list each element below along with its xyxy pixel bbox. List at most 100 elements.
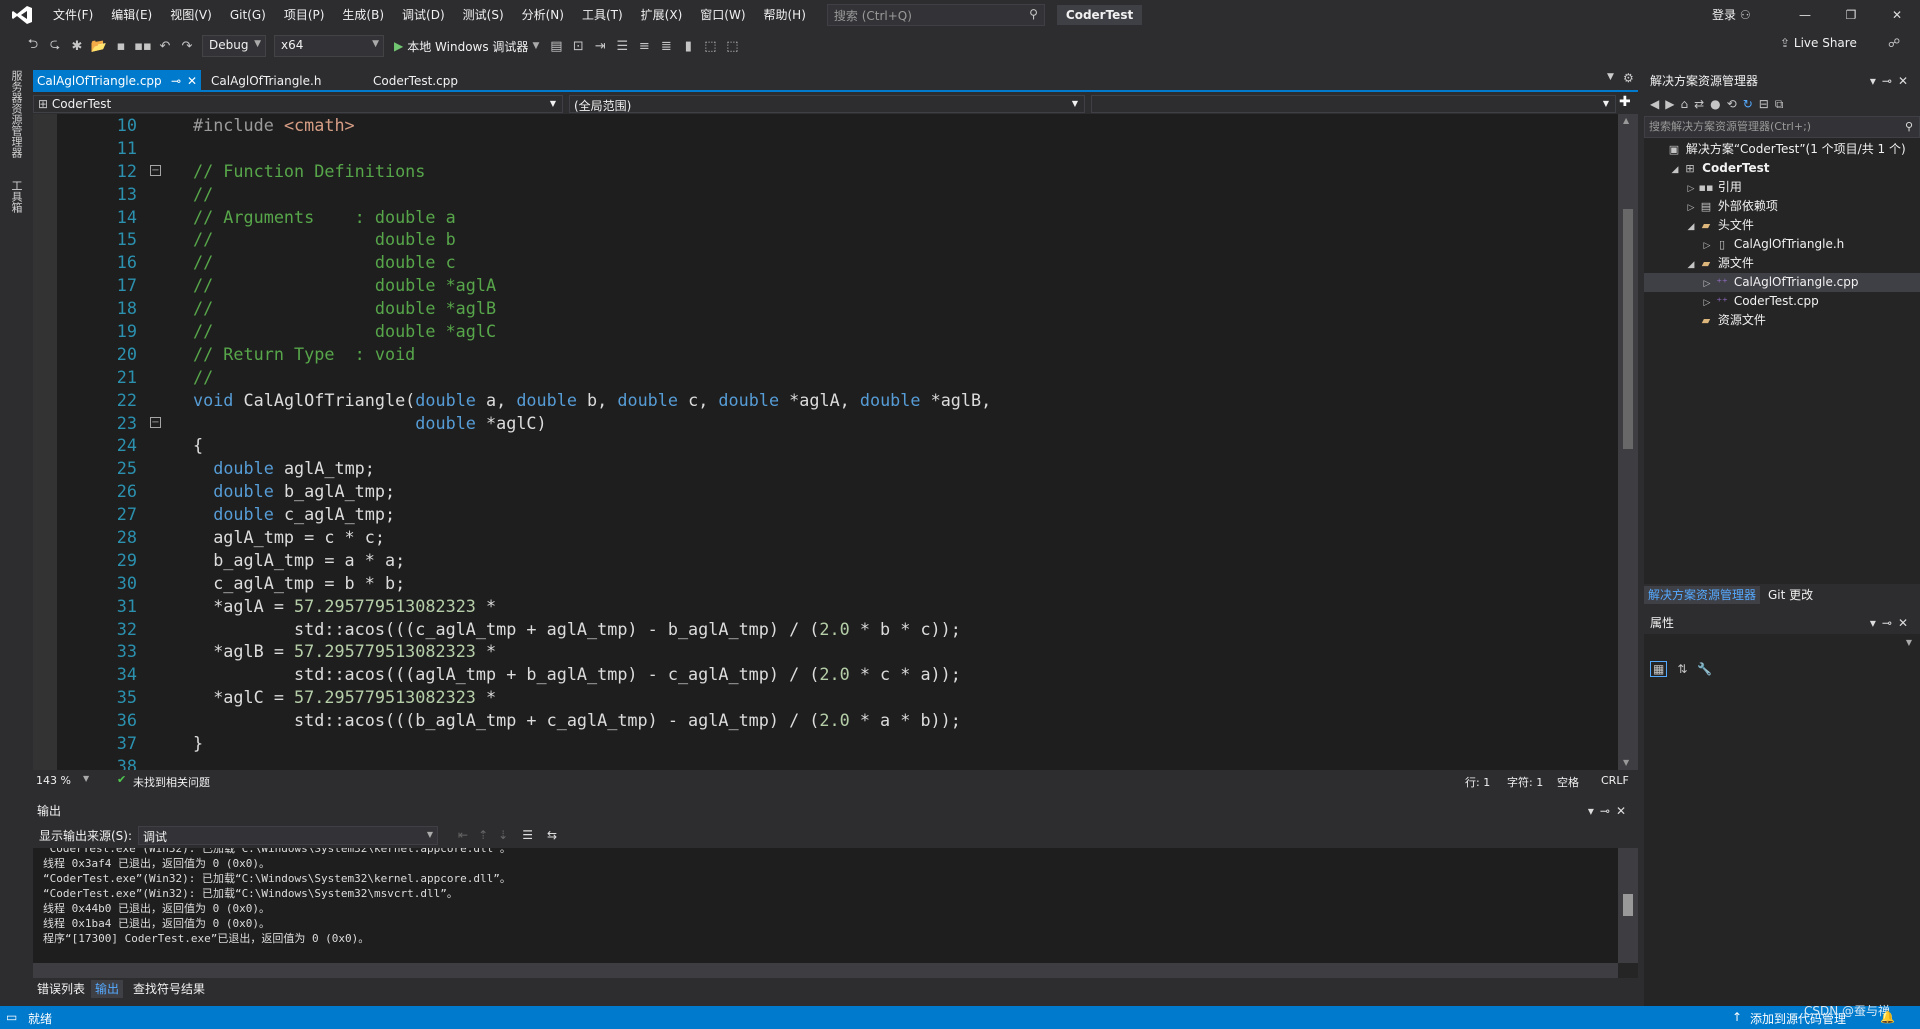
menu-item-4[interactable]: 项目(P): [275, 0, 334, 30]
code-line[interactable]: 16 // double c: [57, 251, 1597, 274]
tab-codertest-cpp[interactable]: CoderTest.cpp: [369, 70, 462, 92]
code-line[interactable]: 13 //: [57, 183, 1597, 206]
code-line[interactable]: 30 c_aglA_tmp = b * b;: [57, 572, 1597, 595]
forward-icon[interactable]: ⮎: [44, 35, 66, 57]
menu-item-9[interactable]: 工具(T): [573, 0, 632, 30]
line-indicator[interactable]: 行: 1: [1465, 774, 1490, 790]
code-line[interactable]: 32 std::acos(((c_aglA_tmp + aglA_tmp) - …: [57, 618, 1597, 641]
save-icon[interactable]: ▪: [110, 39, 132, 54]
code-line[interactable]: 37}: [57, 732, 1597, 755]
collapse-region-icon[interactable]: −: [150, 416, 161, 428]
tree-item[interactable]: ▷ ▯ CalAglOfTriangle.h: [1644, 235, 1920, 254]
collapse-region-icon[interactable]: −: [150, 164, 161, 176]
code-line[interactable]: 38: [57, 755, 1597, 770]
project-dropdown[interactable]: ⊞ CoderTest ▼: [33, 95, 563, 113]
tab-error-list[interactable]: 错误列表: [33, 980, 89, 998]
tree-item[interactable]: ▣ 解决方案“CoderTest”(1 个项目/共 1 个): [1644, 140, 1920, 159]
output-vertical-scrollbar[interactable]: [1618, 848, 1638, 963]
notification-bell-icon[interactable]: 🔔: [1880, 1010, 1895, 1024]
clear-all-icon[interactable]: ☰: [522, 828, 533, 842]
scroll-down-icon[interactable]: ▼: [1623, 758, 1629, 767]
save-all-icon[interactable]: ▪▪: [132, 39, 154, 54]
scope-dropdown[interactable]: (全局范围) ▼: [569, 95, 1085, 113]
toolbox-tab[interactable]: 工具箱: [8, 180, 24, 213]
code-line[interactable]: 20 // Return Type : void: [57, 343, 1597, 366]
search-input[interactable]: 搜索 (Ctrl+Q) ⚲: [826, 4, 1045, 26]
solution-search-input[interactable]: 搜索解决方案资源管理器(Ctrl+;) ⚲: [1644, 116, 1920, 138]
undo-icon[interactable]: ↶: [154, 39, 176, 54]
menu-item-8[interactable]: 分析(N): [513, 0, 573, 30]
output-horizontal-scrollbar[interactable]: [33, 963, 1618, 978]
issues-status[interactable]: 未找到相关问题: [133, 774, 210, 790]
browse-icon[interactable]: ▤: [545, 39, 567, 54]
show-all-files-icon[interactable]: ⧉: [1775, 97, 1784, 112]
code-line[interactable]: 10 #include <cmath>: [57, 114, 1597, 137]
code-line[interactable]: 27 double c_aglA_tmp;: [57, 503, 1597, 526]
platform-select[interactable]: x64 ▼: [274, 35, 384, 57]
code-line[interactable]: 31 *aglA = 57.295779513082323 *: [57, 595, 1597, 618]
code-line[interactable]: 25 double aglA_tmp;: [57, 457, 1597, 480]
forward-icon[interactable]: ▶: [1665, 97, 1674, 111]
menu-item-10[interactable]: 扩展(X): [632, 0, 692, 30]
menu-item-12[interactable]: 帮助(H): [755, 0, 815, 30]
git-icon[interactable]: ●: [1710, 97, 1720, 111]
switch-views-icon[interactable]: ⇄: [1694, 97, 1704, 111]
bookmark-icon[interactable]: ▮: [677, 39, 699, 54]
server-explorer-tab[interactable]: 服务器资源管理器: [8, 70, 24, 158]
history-icon[interactable]: ⟲: [1727, 97, 1737, 111]
code-line[interactable]: 18 // double *aglB: [57, 297, 1597, 320]
back-icon[interactable]: ◀: [1650, 97, 1659, 111]
menu-item-2[interactable]: 视图(V): [161, 0, 221, 30]
configuration-select[interactable]: Debug ▼: [202, 35, 266, 57]
back-icon[interactable]: ⮌: [22, 35, 44, 57]
scroll-up-icon[interactable]: ▲: [1623, 116, 1629, 125]
tab-solution-explorer[interactable]: 解决方案资源管理器: [1644, 586, 1761, 604]
maximize-button[interactable]: ❐: [1828, 0, 1874, 30]
refresh-icon[interactable]: ↻: [1743, 97, 1753, 111]
tab-output[interactable]: 输出: [91, 980, 124, 998]
code-line[interactable]: 28 aglA_tmp = c * c;: [57, 526, 1597, 549]
menu-item-6[interactable]: 调试(D): [393, 0, 454, 30]
camera-icon[interactable]: ⊡: [567, 39, 589, 54]
tab-calagloftriangle-h[interactable]: CalAglOfTriangle.h: [207, 70, 325, 92]
code-line[interactable]: 14 // Arguments : double a: [57, 206, 1597, 229]
code-line[interactable]: 21 //: [57, 366, 1597, 389]
code-line[interactable]: 29 b_aglA_tmp = a * a;: [57, 549, 1597, 572]
scrollbar-thumb[interactable]: [1623, 209, 1633, 449]
tab-list-dropdown-icon[interactable]: ▼: [1607, 72, 1614, 82]
home-icon[interactable]: ⌂: [1680, 97, 1688, 111]
code-line[interactable]: 34 std::acos(((aglA_tmp + b_aglA_tmp) - …: [57, 663, 1597, 686]
live-share-button[interactable]: ⇪ Live Share: [1780, 36, 1857, 50]
close-icon[interactable]: ✕: [187, 70, 197, 92]
collapse-all-icon[interactable]: ⊟: [1759, 97, 1769, 111]
code-line[interactable]: 35 *aglC = 57.295779513082323 *: [57, 686, 1597, 709]
tab-git-changes[interactable]: Git 更改: [1768, 586, 1813, 604]
indent-indicator[interactable]: 空格: [1557, 774, 1579, 790]
panel-controls[interactable]: ▾⊸✕: [1870, 70, 1914, 92]
properties-object-select[interactable]: ▼: [1644, 634, 1920, 656]
output-source-select[interactable]: 调试 ▼: [138, 825, 439, 845]
prev-message-icon[interactable]: ⇡: [478, 828, 488, 842]
chevron-down-icon[interactable]: ▼: [83, 774, 89, 783]
tree-item[interactable]: ▷ ▤ 外部依赖项: [1644, 197, 1920, 216]
pin-icon[interactable]: ⊸: [171, 70, 181, 92]
redo-icon[interactable]: ↷: [176, 39, 198, 54]
new-project-icon[interactable]: ✱: [66, 39, 88, 54]
code-line[interactable]: 12 − // Function Definitions: [57, 160, 1597, 183]
tree-item[interactable]: ◢ ▰ 源文件: [1644, 254, 1920, 273]
step-icon[interactable]: ⇥: [589, 39, 611, 54]
login-button[interactable]: 登录 ⚇: [1712, 0, 1751, 30]
indent-icon[interactable]: ☰: [611, 39, 633, 54]
menu-item-1[interactable]: 编辑(E): [102, 0, 161, 30]
find-message-icon[interactable]: ⇤: [458, 828, 468, 842]
tree-item[interactable]: ◢ ▰ 头文件: [1644, 216, 1920, 235]
word-wrap-icon[interactable]: ⇆: [547, 828, 557, 842]
property-pages-icon[interactable]: 🔧: [1697, 662, 1712, 676]
scrollbar-thumb[interactable]: [1623, 894, 1633, 916]
prev-bookmark-icon[interactable]: ⬚: [699, 39, 721, 54]
next-bookmark-icon[interactable]: ⬚: [721, 39, 743, 54]
code-line[interactable]: 15 // double b: [57, 228, 1597, 251]
minimize-button[interactable]: —: [1782, 0, 1828, 30]
tree-item[interactable]: ▷ ▪▪ 引用: [1644, 178, 1920, 197]
panel-controls[interactable]: ▾⊸✕: [1870, 612, 1914, 634]
